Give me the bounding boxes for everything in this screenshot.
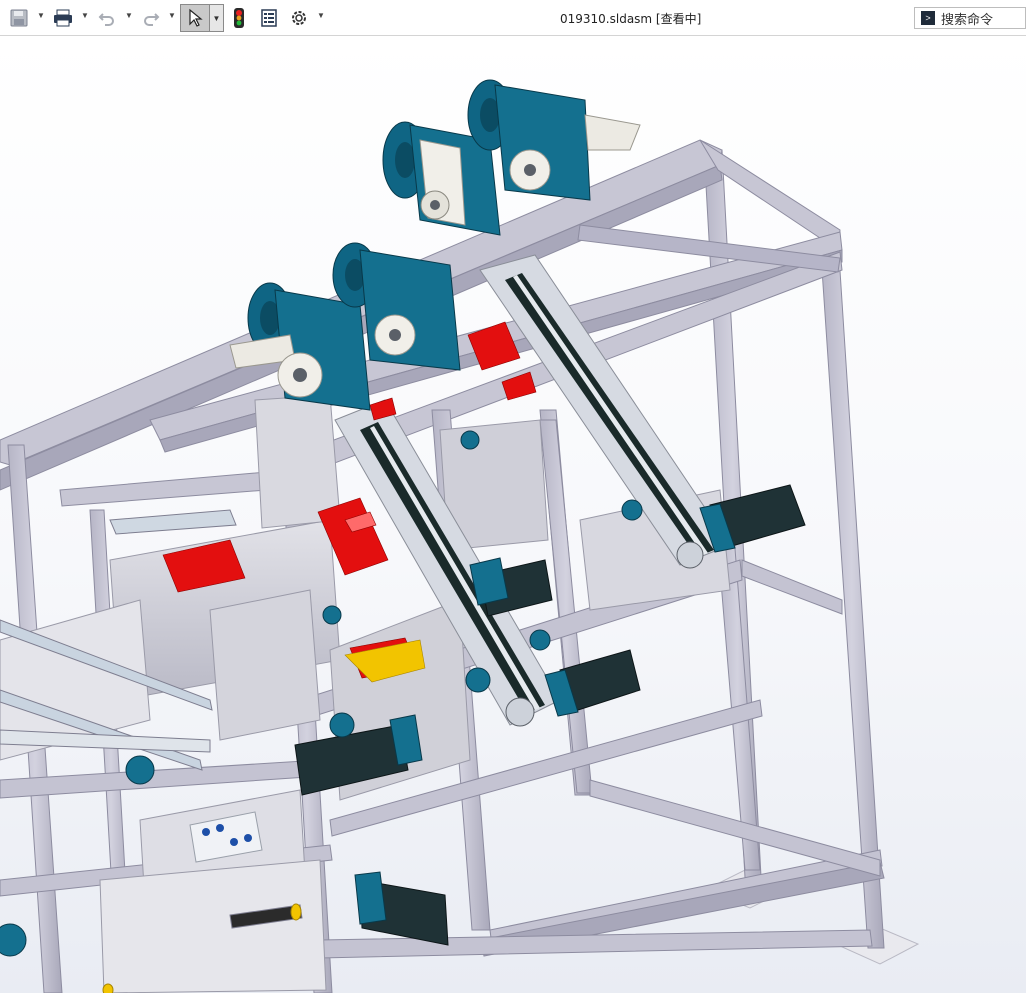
undo-button[interactable]: [94, 4, 120, 32]
gear-icon: [292, 11, 306, 25]
command-prompt-icon: >: [921, 11, 935, 25]
document-title: 019310.sldasm [查看中]: [560, 12, 702, 26]
printer-icon: [54, 9, 72, 27]
servo-motor-bottom: [354, 871, 449, 946]
select-button[interactable]: [180, 4, 210, 32]
print-button[interactable]: [50, 4, 76, 32]
rebuild-button[interactable]: [228, 4, 250, 32]
options-dropdown-caret[interactable]: ▼: [317, 11, 325, 20]
print-dropdown-caret[interactable]: ▼: [81, 11, 89, 20]
search-input[interactable]: 搜索命令: [941, 9, 993, 28]
options-button[interactable]: [286, 4, 312, 32]
redo-button[interactable]: [138, 4, 164, 32]
select-dropdown[interactable]: ▼: [210, 4, 224, 32]
save-button[interactable]: [6, 4, 32, 32]
assembly-model: [0, 79, 920, 993]
properties-icon: [261, 9, 277, 27]
graphics-area[interactable]: [0, 37, 1026, 993]
traffic-light-icon: [234, 8, 244, 28]
save-icon: [10, 9, 28, 27]
redo-icon: [144, 13, 160, 26]
search-commands-box[interactable]: > 搜索命令: [914, 7, 1026, 29]
undo-icon: [98, 13, 114, 26]
cursor-icon: [189, 8, 203, 27]
file-properties-button[interactable]: [256, 4, 282, 32]
undo-dropdown-caret[interactable]: ▼: [125, 11, 133, 20]
title-bar: ▼ ▼ ▼ ▼ ▼ ▼ 019310.sldasm [查看中] > 搜索命令: [0, 0, 1026, 36]
save-dropdown-caret[interactable]: ▼: [37, 11, 45, 20]
servo-motor-middle: [544, 649, 641, 717]
redo-dropdown-caret[interactable]: ▼: [168, 11, 176, 20]
